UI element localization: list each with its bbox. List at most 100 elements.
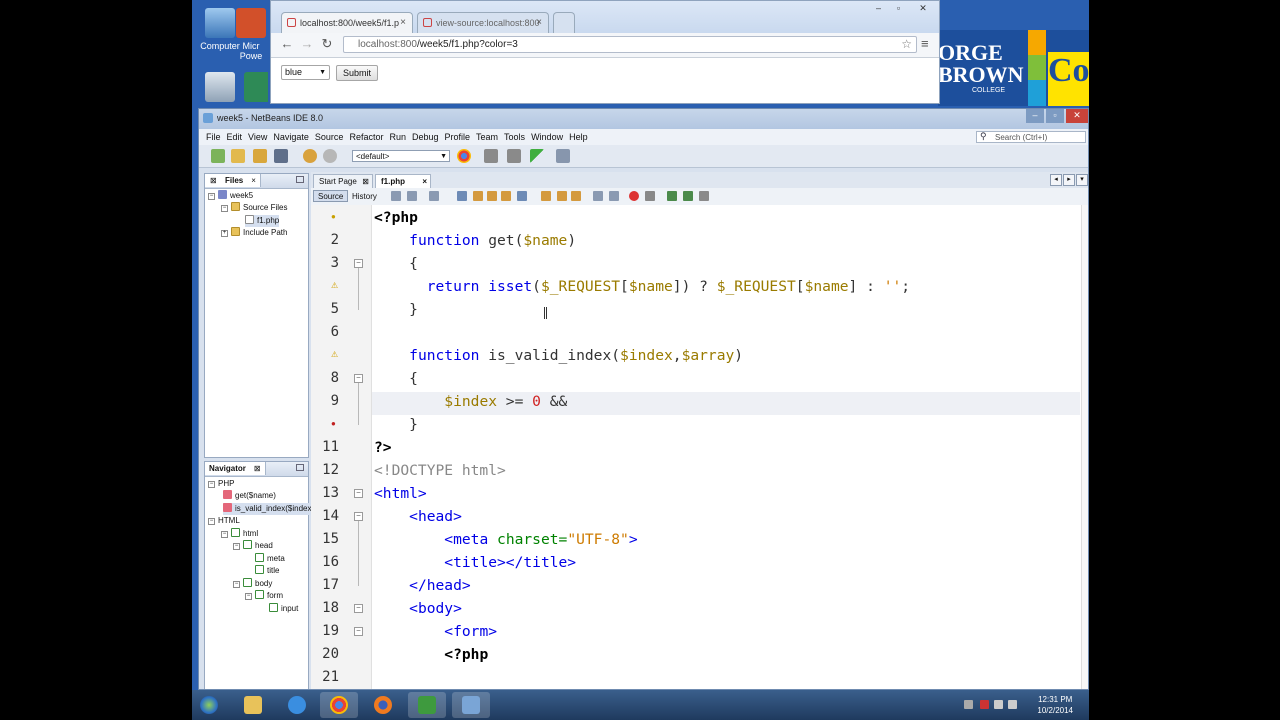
history-mode-button[interactable]: History <box>347 190 382 202</box>
run-project-icon[interactable] <box>530 149 544 163</box>
toggle-highlight-icon[interactable] <box>501 191 511 201</box>
toggle-rectangular-selection-icon[interactable] <box>571 191 581 201</box>
color-select[interactable]: blue ▼ <box>281 65 330 80</box>
collapse-icon[interactable]: − <box>245 593 252 600</box>
nav-item-get[interactable]: get($name) <box>223 490 276 502</box>
close-window-icon[interactable]: ✕ <box>911 2 935 15</box>
menu-team[interactable]: Team <box>473 129 501 145</box>
database-icon[interactable] <box>699 191 709 201</box>
find-icon[interactable] <box>457 191 467 201</box>
menu-tools[interactable]: Tools <box>501 129 528 145</box>
nav-item-meta[interactable]: meta <box>255 553 285 565</box>
nav-item-title[interactable]: title <box>255 565 279 577</box>
fold-collapse-icon[interactable]: − <box>354 512 363 521</box>
nav-item-body[interactable]: − body <box>233 578 272 590</box>
nav-item-php[interactable]: − PHP <box>208 478 234 490</box>
open-project-icon[interactable] <box>253 149 267 163</box>
fold-collapse-icon[interactable]: − <box>354 259 363 268</box>
stop-macro-recording-icon[interactable] <box>645 191 655 201</box>
action-center-icon[interactable] <box>980 700 989 709</box>
error-icon[interactable]: ● <box>331 419 336 429</box>
save-all-icon[interactable] <box>274 149 288 163</box>
editor-scrollbar[interactable] <box>1081 205 1088 689</box>
clean-build-icon[interactable] <box>507 149 521 163</box>
previous-bookmark-icon[interactable] <box>541 191 551 201</box>
new-project-icon[interactable] <box>231 149 245 163</box>
reload-icon[interactable]: ↻ <box>319 36 335 52</box>
tab-files[interactable]: ⊠ Files × <box>205 174 261 187</box>
menu-file[interactable]: File <box>203 129 224 145</box>
taskbar-firefox[interactable] <box>364 692 402 718</box>
scroll-right-icon[interactable]: ▸ <box>1063 174 1075 186</box>
bookmark-star-icon[interactable]: ☆ <box>901 37 912 52</box>
menu-navigate[interactable]: Navigate <box>270 129 312 145</box>
minimize-panel-icon[interactable] <box>296 464 304 471</box>
collapse-icon[interactable]: − <box>208 481 215 488</box>
close-tab-icon[interactable]: × <box>400 13 406 33</box>
menu-run[interactable]: Run <box>386 129 409 145</box>
address-bar[interactable]: localhost:800/week5/f1.php?color=3 ☆ <box>343 36 917 53</box>
collapse-icon[interactable]: − <box>233 543 240 550</box>
tree-item-f1-php[interactable]: f1.php <box>245 215 280 227</box>
taskbar-clock[interactable]: 12:31 PM 10/2/2014 <box>1037 694 1073 716</box>
close-tab-icon[interactable]: × <box>536 13 542 33</box>
source-mode-button[interactable]: Source <box>313 190 349 202</box>
tree-item-include-path[interactable]: + Include Path <box>221 227 287 239</box>
powerpoint-desktop-icon[interactable]: Micr Powe <box>236 8 266 61</box>
menu-debug[interactable]: Debug <box>409 129 442 145</box>
nav-item-html[interactable]: − html <box>221 528 258 540</box>
collapse-icon[interactable]: − <box>208 193 215 200</box>
nav-item-head[interactable]: − head <box>233 540 273 552</box>
comment-icon[interactable] <box>667 191 677 201</box>
fold-collapse-icon[interactable]: − <box>354 374 363 383</box>
start-macro-recording-icon[interactable] <box>629 191 639 201</box>
search-input[interactable]: ⚲ Search (Ctrl+I) <box>976 131 1086 143</box>
nav-item-is-valid-index[interactable]: is_valid_index($index <box>223 503 312 515</box>
start-button[interactable] <box>192 692 226 718</box>
fold-collapse-icon[interactable]: − <box>354 604 363 613</box>
find-next-icon[interactable] <box>487 191 497 201</box>
network-icon[interactable] <box>994 700 1003 709</box>
last-edit-icon[interactable] <box>391 191 401 201</box>
new-file-icon[interactable] <box>211 149 225 163</box>
menu-source[interactable]: Source <box>312 129 347 145</box>
nav-item-html-section[interactable]: − HTML <box>208 515 240 527</box>
tree-item-week5[interactable]: − week5 <box>208 190 253 202</box>
volume-icon[interactable] <box>1008 700 1017 709</box>
tab-list-icon[interactable]: ▾ <box>1076 174 1088 186</box>
maximize-icon[interactable]: ▫ <box>889 2 908 15</box>
browser-tab-view-source[interactable]: view-source:localhost:800 × <box>417 12 549 34</box>
taskbar-ie[interactable] <box>278 692 316 718</box>
configuration-select[interactable]: <default> ▼ <box>352 150 450 162</box>
redo-icon[interactable] <box>323 149 337 163</box>
toggle-bookmark-icon[interactable] <box>517 191 527 201</box>
submit-button[interactable]: Submit <box>336 65 379 81</box>
close-panel-icon[interactable]: × <box>251 176 256 185</box>
maximize-icon[interactable]: ▫ <box>1046 109 1064 123</box>
browser-tab-active[interactable]: localhost:800/week5/f1.p × <box>281 12 413 34</box>
next-bookmark-icon[interactable] <box>557 191 567 201</box>
browser-select-icon[interactable] <box>457 149 471 163</box>
close-window-icon[interactable]: ✕ <box>1066 109 1088 123</box>
collapse-icon[interactable]: − <box>221 531 228 538</box>
taskbar-explorer[interactable] <box>234 692 272 718</box>
forward-arrow-icon[interactable]: → <box>299 36 315 52</box>
menu-window[interactable]: Window <box>528 129 566 145</box>
tab-f1-php[interactable]: f1.php × <box>375 174 431 188</box>
publisher-desktop-icon[interactable] <box>244 72 268 105</box>
scroll-left-icon[interactable]: ◂ <box>1050 174 1062 186</box>
close-tab-icon[interactable]: ⊠ <box>362 175 369 188</box>
fold-collapse-icon[interactable]: − <box>354 627 363 636</box>
warning-icon[interactable]: ⚠ <box>331 281 338 291</box>
menu-view[interactable]: View <box>245 129 270 145</box>
back-icon[interactable] <box>407 191 417 201</box>
hint-bulb-icon[interactable]: ● <box>331 212 336 222</box>
tab-navigator[interactable]: Navigator ⊠ <box>205 462 266 475</box>
uncomment-icon[interactable] <box>683 191 693 201</box>
minimize-panel-icon[interactable] <box>296 176 304 183</box>
tab-start-page[interactable]: Start Page ⊠ <box>313 174 373 188</box>
code-editor[interactable]: 2 3 5 6 8 9 11 12 13 14 15 16 17 18 19 20 21 ● ⚠ ⚠ ● − − − − − − <… <box>311 205 1088 689</box>
taskbar-camtasia[interactable] <box>408 692 446 718</box>
tree-item-source-files[interactable]: − Source Files <box>221 202 287 214</box>
taskbar-chrome[interactable] <box>320 692 358 718</box>
